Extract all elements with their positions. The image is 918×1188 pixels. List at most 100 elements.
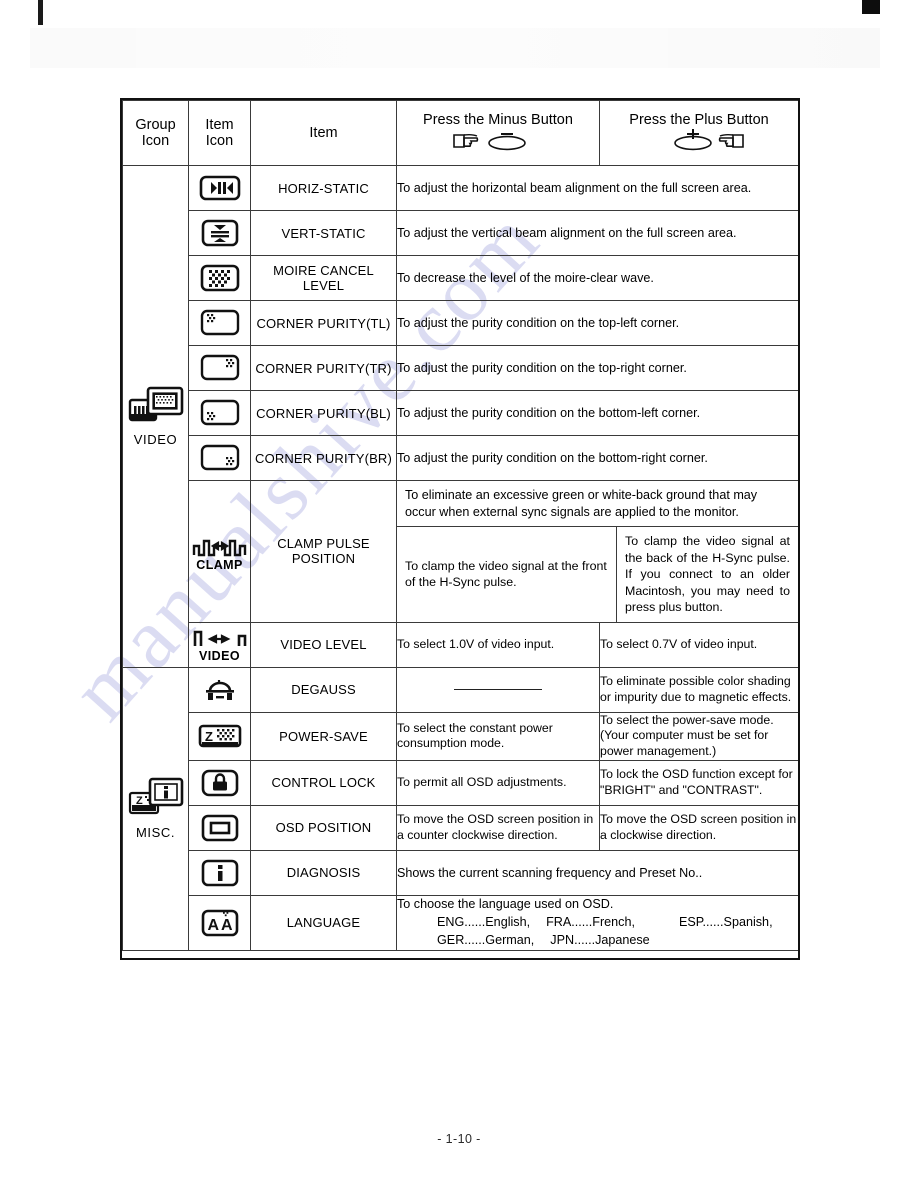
item-description: To adjust the vertical beam alignment on… bbox=[396, 210, 799, 256]
corner-purity-br-icon bbox=[188, 435, 251, 481]
item-name: CLAMP PULSE POSITION bbox=[250, 480, 397, 623]
table-row: Z POWER-SAVE To select the constant powe… bbox=[123, 711, 799, 761]
header-group-icon: Group Icon bbox=[122, 100, 189, 166]
plus-description: To eliminate possible color shading or i… bbox=[599, 666, 799, 713]
item-description: To adjust the purity condition on the bo… bbox=[396, 435, 799, 481]
item-name: VERT-STATIC bbox=[250, 210, 397, 256]
hand-pointing-left-plus-button-icon bbox=[600, 128, 798, 155]
header-item-icon-line1: Item bbox=[205, 116, 234, 133]
header-group-icon-line2: Icon bbox=[141, 133, 170, 149]
degauss-icon bbox=[188, 666, 251, 713]
item-name: CORNER PURITY(TL) bbox=[250, 300, 397, 346]
header-item: Item bbox=[250, 100, 397, 166]
clamp-plus-text: To clamp the video signal at the back of… bbox=[625, 534, 790, 615]
table-header-row: Group Icon Item Icon Item Press the Minu… bbox=[122, 100, 799, 166]
language-jpn: JPN......Japanese bbox=[550, 932, 650, 947]
corner-purity-tr-icon bbox=[188, 345, 251, 391]
scan-artifact-left bbox=[38, 0, 43, 25]
language-line1: To choose the language used on OSD. bbox=[397, 896, 614, 911]
item-name: CORNER PURITY(TR) bbox=[250, 345, 397, 391]
item-name: CORNER PURITY(BR) bbox=[250, 435, 397, 481]
hand-pointing-right-minus-button-icon bbox=[397, 129, 599, 155]
group-label-misc: MISC. bbox=[135, 825, 176, 841]
clamp-plus-description: To clamp the video signal at the back of… bbox=[616, 527, 798, 622]
power-save-icon: Z bbox=[188, 711, 251, 761]
language-line2: ENG......English, FRA......French, ESP....… bbox=[397, 914, 798, 932]
language-icon: A A bbox=[188, 894, 251, 951]
svg-text:Z: Z bbox=[205, 729, 213, 744]
empty-dash bbox=[454, 688, 542, 690]
language-line3: GER......German, JPN......Japanese bbox=[397, 932, 798, 950]
group-label-video: VIDEO bbox=[133, 431, 178, 447]
header-plus-button: Press the Plus Button bbox=[599, 100, 799, 166]
minus-description-empty bbox=[396, 666, 600, 713]
table-row: MOIRE CANCEL LEVEL To decrease the level… bbox=[123, 255, 799, 301]
scan-smudge bbox=[30, 28, 880, 68]
horiz-static-icon bbox=[188, 165, 251, 211]
group-cell-video: VIDEO bbox=[122, 165, 189, 668]
item-name: CONTROL LOCK bbox=[250, 759, 397, 806]
table-row: DIAGNOSIS Shows the current scanning fre… bbox=[123, 849, 799, 896]
item-name: DIAGNOSIS bbox=[250, 849, 397, 896]
language-fra: FRA......French, bbox=[546, 914, 635, 929]
corner-purity-bl-icon bbox=[188, 390, 251, 436]
plus-description: To select the power-save mode. (Your com… bbox=[599, 711, 799, 761]
video-level-icon-label: VIDEO bbox=[199, 649, 240, 664]
item-description: To decrease the level of the moire-clear… bbox=[396, 255, 799, 301]
svg-text:A: A bbox=[207, 917, 219, 934]
header-item-icon-line2: Icon bbox=[205, 133, 234, 149]
clamp-note: To eliminate an excessive green or white… bbox=[397, 481, 798, 528]
misc-group-icon: Z bbox=[123, 777, 188, 823]
scan-artifact-right bbox=[862, 0, 880, 14]
item-description: Shows the current scanning frequency and… bbox=[396, 849, 799, 896]
corner-purity-tl-icon bbox=[188, 300, 251, 346]
plus-description: To lock the OSD function except for "BRI… bbox=[599, 759, 799, 806]
table-row: CORNER PURITY(BL) To adjust the purity c… bbox=[123, 390, 799, 436]
language-ger: GER......German, bbox=[437, 932, 535, 947]
table-row: CONTROL LOCK To permit all OSD adjustmen… bbox=[123, 759, 799, 806]
item-description: To adjust the horizontal beam alignment … bbox=[396, 165, 799, 211]
header-plus-label: Press the Plus Button bbox=[629, 111, 769, 128]
header-item-icon: Item Icon bbox=[188, 100, 251, 166]
language-esp: ESP......Spanish, bbox=[678, 914, 773, 929]
item-description: To adjust the purity condition on the bo… bbox=[396, 390, 799, 436]
group-cell-misc: Z MISC. bbox=[122, 666, 189, 951]
osd-function-table: Group Icon Item Icon Item Press the Minu… bbox=[122, 100, 799, 951]
header-minus-label: Press the Minus Button bbox=[423, 111, 573, 128]
page-number: - 1-10 - bbox=[437, 1132, 481, 1146]
table-row: CORNER PURITY(TR) To adjust the purity c… bbox=[123, 345, 799, 391]
table-row: VIDEO VIDEO LEVEL To select 1.0V of vide… bbox=[123, 621, 799, 668]
video-monitor-group-icon bbox=[123, 386, 188, 430]
diagnosis-icon bbox=[188, 849, 251, 896]
table-row: OSD POSITION To move the OSD screen posi… bbox=[123, 804, 799, 851]
header-group-icon-line1: Group bbox=[135, 116, 176, 133]
table-row: VERT-STATIC To adjust the vertical beam … bbox=[123, 210, 799, 256]
document-page: manualshive.com Group Icon Item Icon Ite… bbox=[0, 0, 918, 1188]
table-row: CORNER PURITY(BR) To adjust the purity c… bbox=[123, 435, 799, 481]
vert-static-icon bbox=[188, 210, 251, 256]
clamp-description-cell: To eliminate an excessive green or white… bbox=[396, 480, 799, 623]
item-name: VIDEO LEVEL bbox=[250, 621, 397, 668]
plus-description: To select 0.7V of video input. bbox=[599, 621, 799, 668]
moire-cancel-icon bbox=[188, 255, 251, 301]
minus-description: To select the constant power consumption… bbox=[396, 711, 600, 761]
svg-text:A: A bbox=[221, 917, 233, 934]
table-row: CLAMP CLAMP PULSE POSITION To eliminate … bbox=[123, 480, 799, 623]
clamp-minus-description: To clamp the video signal at the front o… bbox=[405, 558, 607, 590]
table-row: VIDEO HORIZ-STATIC To adjust the horizon… bbox=[122, 165, 799, 668]
video-level-icon: VIDEO bbox=[188, 621, 251, 668]
clamp-pulse-icon: CLAMP bbox=[188, 480, 251, 623]
item-name: OSD POSITION bbox=[250, 804, 397, 851]
language-eng: ENG......English, bbox=[437, 914, 531, 929]
table-row: Z MISC. DEGAUSS To eliminate possible co… bbox=[122, 666, 799, 951]
item-name: MOIRE CANCEL LEVEL bbox=[250, 255, 397, 301]
minus-description: To permit all OSD adjustments. bbox=[396, 759, 600, 806]
table-row: CORNER PURITY(TL) To adjust the purity c… bbox=[123, 300, 799, 346]
control-lock-icon bbox=[188, 759, 251, 806]
item-name: CORNER PURITY(BL) bbox=[250, 390, 397, 436]
language-description: To choose the language used on OSD. ENG.… bbox=[396, 894, 799, 951]
osd-function-table-wrapper: Group Icon Item Icon Item Press the Minu… bbox=[120, 98, 800, 960]
plus-description: To move the OSD screen position in a clo… bbox=[599, 804, 799, 851]
osd-position-icon bbox=[188, 804, 251, 851]
item-name: HORIZ-STATIC bbox=[250, 165, 397, 211]
